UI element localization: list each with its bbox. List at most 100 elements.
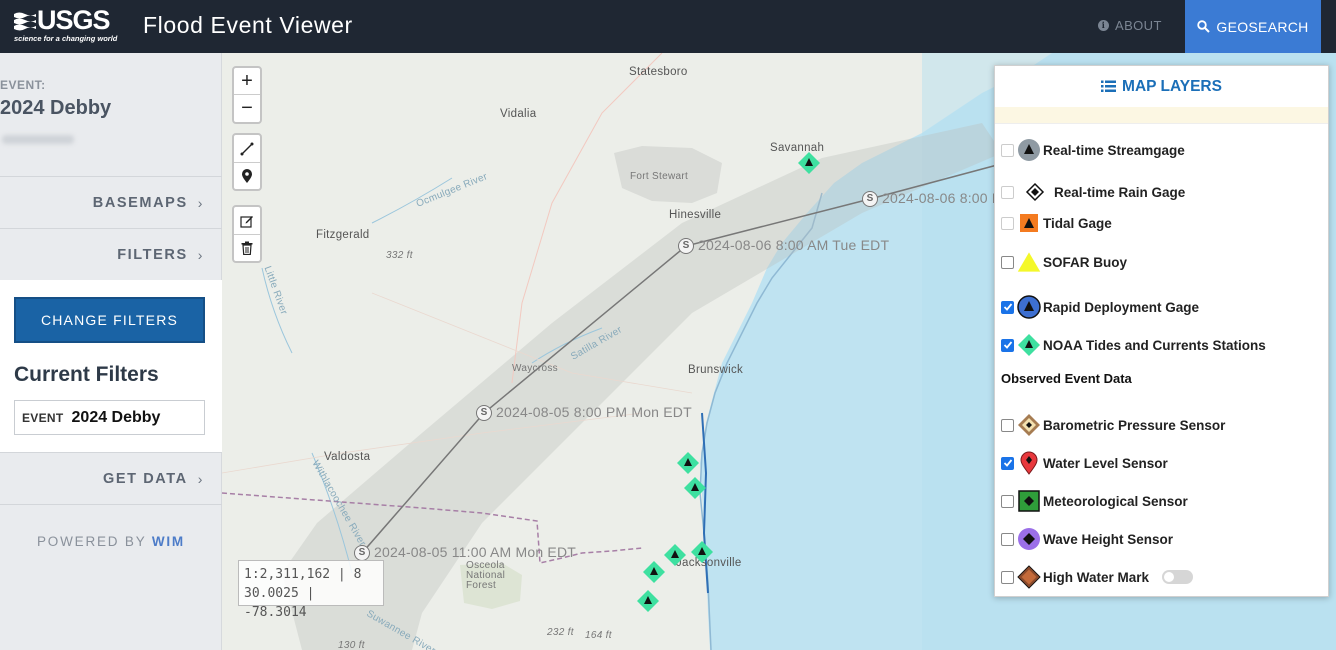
layer-row[interactable]: Water Level Sensor bbox=[1001, 451, 1168, 475]
edit-button[interactable] bbox=[234, 207, 260, 234]
layer-label: Meteorological Sensor bbox=[1043, 493, 1188, 509]
measure-control bbox=[232, 133, 262, 191]
event-label: EVENT: bbox=[0, 78, 46, 92]
water-level-sensor-icon bbox=[1017, 451, 1041, 475]
logo-tagline: science for a changing world bbox=[14, 34, 118, 43]
layer-checkbox[interactable] bbox=[1001, 494, 1014, 508]
layer-checkbox[interactable] bbox=[1001, 143, 1014, 157]
layer-label: High Water Mark bbox=[1043, 569, 1150, 585]
map-layers-title: MAP LAYERS bbox=[1122, 77, 1222, 95]
change-filters-button[interactable]: CHANGE FILTERS bbox=[14, 297, 205, 343]
observed-section-title: Observed Event Data bbox=[1001, 371, 1132, 386]
powered-by-label: POWERED BY bbox=[37, 534, 147, 549]
layer-row[interactable]: SOFAR Buoy bbox=[1001, 250, 1127, 274]
draw-control bbox=[232, 205, 262, 263]
layer-checkbox[interactable] bbox=[1001, 418, 1014, 432]
layer-label: Real-time Rain Gage bbox=[1054, 184, 1186, 200]
search-icon bbox=[1197, 20, 1211, 33]
noaa-station-marker[interactable] bbox=[691, 541, 713, 563]
filters-row[interactable]: FILTERS › bbox=[0, 228, 222, 280]
wim-link[interactable]: WIM bbox=[152, 534, 185, 549]
zoom-control: + − bbox=[232, 66, 262, 124]
layer-row[interactable]: Real-time Rain Gage bbox=[1001, 180, 1185, 204]
chevron-right-icon: › bbox=[197, 470, 204, 487]
basemaps-label: BASEMAPS bbox=[92, 194, 188, 211]
scale-text: 1:2,311,162 | 8 bbox=[244, 567, 362, 582]
powered-by: POWERED BY WIM bbox=[0, 534, 222, 549]
get-data-label: GET DATA bbox=[102, 470, 188, 487]
info-icon: i bbox=[1098, 20, 1109, 31]
layer-row[interactable]: Tidal Gage bbox=[1001, 211, 1112, 235]
layer-checkbox[interactable] bbox=[1001, 255, 1014, 269]
high-water-mark-toggle[interactable] bbox=[1162, 570, 1194, 584]
logo-text: USGS bbox=[37, 5, 111, 35]
layer-checkbox[interactable] bbox=[1001, 216, 1014, 230]
layers-banner bbox=[995, 107, 1328, 124]
layer-checkbox[interactable] bbox=[1001, 570, 1014, 584]
map-layers-header[interactable]: MAP LAYERS bbox=[995, 66, 1328, 107]
filters-label: FILTERS bbox=[117, 246, 188, 263]
basemaps-row[interactable]: BASEMAPS › bbox=[0, 176, 222, 228]
chevron-right-icon: › bbox=[197, 194, 204, 211]
tidal-gage-icon bbox=[1017, 211, 1041, 235]
layer-row[interactable]: Wave Height Sensor bbox=[1001, 527, 1173, 551]
measure-line-button[interactable] bbox=[234, 135, 260, 162]
measure-point-button[interactable] bbox=[234, 162, 260, 189]
coordinates-text: 30.0025 | -78.3014 bbox=[244, 586, 315, 620]
delete-button[interactable] bbox=[234, 234, 260, 261]
current-filters-title: Current Filters bbox=[14, 363, 159, 386]
zoom-in-button[interactable]: + bbox=[234, 68, 260, 95]
layer-checkbox[interactable] bbox=[1001, 185, 1014, 199]
layer-label: NOAA Tides and Currents Stations bbox=[1043, 337, 1266, 353]
top-bar: USGS science for a changing world Flood … bbox=[0, 0, 1336, 53]
rain-gage-icon bbox=[1023, 180, 1047, 204]
edit-icon bbox=[240, 215, 253, 228]
about-link[interactable]: i ABOUT bbox=[1098, 18, 1162, 33]
layer-row[interactable]: Real-time Streamgage bbox=[1001, 138, 1185, 162]
layer-label: Real-time Streamgage bbox=[1043, 142, 1185, 158]
sidebar: EVENT: 2024 Debby BASEMAPS › FILTERS › C… bbox=[0, 53, 222, 650]
ruler-line-icon bbox=[240, 142, 254, 155]
layer-row[interactable]: Barometric Pressure Sensor bbox=[1001, 413, 1225, 437]
layer-row[interactable]: High Water Mark bbox=[1001, 565, 1194, 589]
noaa-station-marker[interactable] bbox=[677, 452, 699, 474]
layer-label: Wave Height Sensor bbox=[1043, 531, 1174, 547]
noaa-station-marker[interactable] bbox=[637, 590, 659, 612]
get-data-row[interactable]: GET DATA › bbox=[0, 452, 222, 504]
chevron-right-icon: › bbox=[197, 246, 204, 263]
layer-checkbox[interactable] bbox=[1001, 338, 1014, 352]
filter-key: EVENT bbox=[22, 410, 64, 425]
noaa-station-marker[interactable] bbox=[684, 477, 706, 499]
wave-height-sensor-icon bbox=[1017, 527, 1041, 551]
noaa-station-icon bbox=[1017, 333, 1041, 357]
zoom-out-button[interactable]: − bbox=[234, 95, 260, 122]
about-label: ABOUT bbox=[1115, 18, 1162, 33]
filters-panel: CHANGE FILTERS Current Filters EVENT 202… bbox=[0, 280, 222, 452]
app-title: Flood Event Viewer bbox=[143, 12, 353, 38]
layer-row[interactable]: Meteorological Sensor bbox=[1001, 489, 1188, 513]
noaa-station-marker[interactable] bbox=[643, 561, 665, 583]
redacted-text bbox=[2, 135, 74, 144]
barometric-sensor-icon bbox=[1017, 413, 1041, 437]
layer-label: Water Level Sensor bbox=[1043, 455, 1168, 471]
layer-checkbox[interactable] bbox=[1001, 532, 1014, 546]
divider bbox=[0, 504, 222, 505]
noaa-station-marker[interactable] bbox=[798, 152, 820, 174]
layer-label: SOFAR Buoy bbox=[1043, 254, 1128, 270]
geosearch-button[interactable]: GEOSEARCH bbox=[1185, 0, 1321, 53]
layer-label: Rapid Deployment Gage bbox=[1043, 299, 1200, 315]
layer-label: Barometric Pressure Sensor bbox=[1043, 417, 1226, 433]
layer-label: Tidal Gage bbox=[1043, 215, 1112, 231]
layer-row[interactable]: NOAA Tides and Currents Stations bbox=[1001, 333, 1266, 357]
filter-value: 2024 Debby bbox=[71, 408, 161, 426]
layer-row[interactable]: Rapid Deployment Gage bbox=[1001, 295, 1199, 319]
usgs-wave-icon bbox=[14, 12, 36, 30]
streamgage-icon bbox=[1017, 138, 1041, 162]
usgs-logo[interactable]: USGS science for a changing world bbox=[14, 7, 117, 43]
scale-coordinates-box: 1:2,311,162 | 8 30.0025 | -78.3014 bbox=[238, 560, 384, 620]
layer-checkbox[interactable] bbox=[1001, 300, 1014, 314]
map-layers-panel: MAP LAYERS Real-time Streamgage Real-time… bbox=[994, 65, 1329, 597]
layer-checkbox[interactable] bbox=[1001, 456, 1014, 470]
noaa-station-marker[interactable] bbox=[664, 544, 686, 566]
map-pin-icon bbox=[242, 168, 252, 183]
